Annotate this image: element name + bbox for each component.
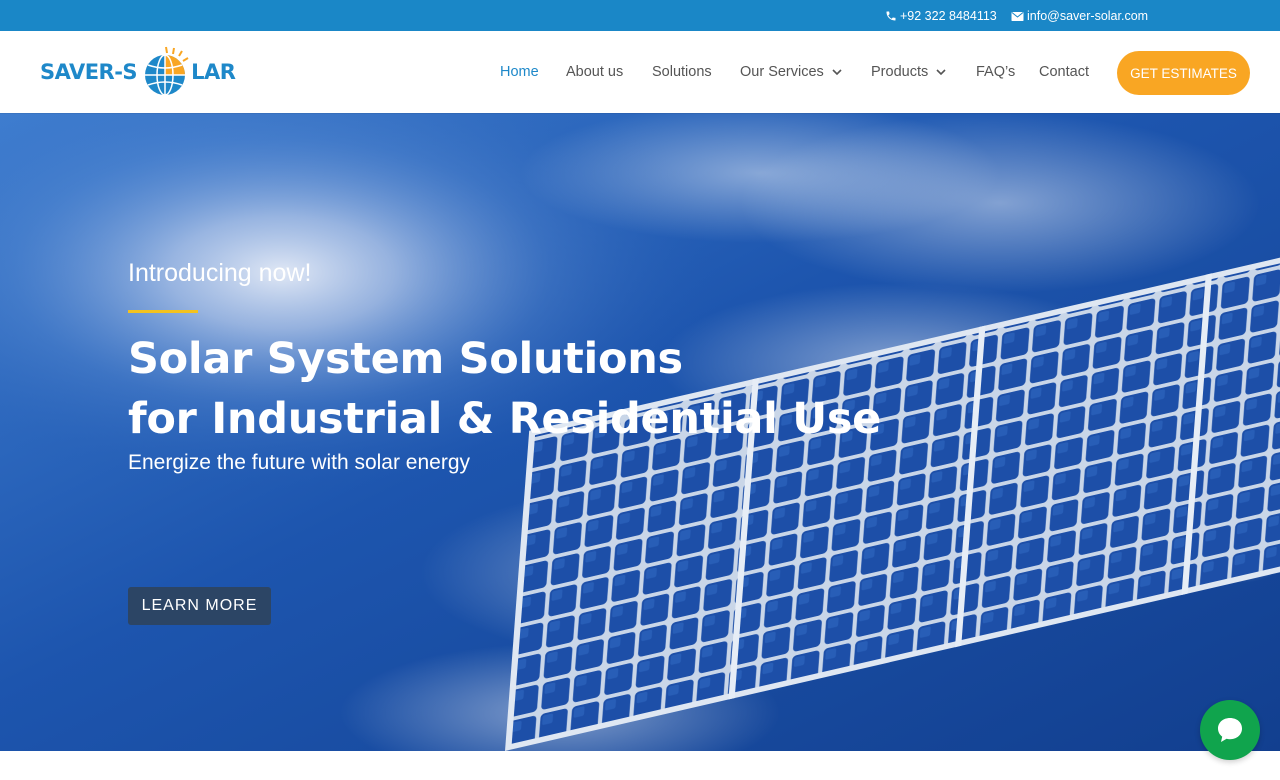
nav-products-label: Products xyxy=(871,64,929,80)
envelope-icon xyxy=(1011,11,1024,21)
phone-link[interactable]: +92 322 8484113 xyxy=(885,8,997,24)
hero-intro: Introducing now! xyxy=(128,259,312,287)
headline-line-2: for Industrial & Residential Use xyxy=(128,394,881,444)
chevron-down-icon xyxy=(832,68,842,75)
hero-section: Introducing now! Solar System Solutions … xyxy=(0,113,1280,751)
chevron-down-icon xyxy=(936,68,946,75)
nav-faqs[interactable]: FAQ’s xyxy=(976,31,1015,113)
nav-about-us[interactable]: About us xyxy=(566,31,623,113)
nav-our-services[interactable]: Our Services xyxy=(740,31,842,113)
logo-text-right: LAR xyxy=(191,60,236,84)
logo-text-left: SAVER-S xyxy=(40,60,138,84)
nav-home[interactable]: Home xyxy=(500,31,539,113)
email-link[interactable]: info@saver-solar.com xyxy=(1011,8,1148,24)
email-address: info@saver-solar.com xyxy=(1027,9,1149,23)
nav-contact-label: Contact xyxy=(1039,64,1089,80)
chat-widget-button[interactable] xyxy=(1200,700,1260,760)
phone-icon xyxy=(886,11,896,21)
nav-solutions-label: Solutions xyxy=(652,64,712,80)
phone-number: +92 322 8484113 xyxy=(900,9,997,23)
nav-solutions[interactable]: Solutions xyxy=(652,31,712,113)
nav-about-label: About us xyxy=(566,64,624,80)
hero-headline: Solar System Solutions for Industrial & … xyxy=(128,329,881,449)
solar-globe-logo-icon xyxy=(145,46,189,96)
hero-content: Introducing now! Solar System Solutions … xyxy=(0,113,1280,751)
chat-bubble-icon xyxy=(1218,718,1242,742)
nav-products[interactable]: Products xyxy=(871,31,946,113)
site-logo[interactable]: SAVER-S LAR xyxy=(40,43,240,101)
hero-tagline: Energize the future with solar energy xyxy=(128,451,471,474)
headline-line-1: Solar System Solutions xyxy=(128,334,683,384)
nav-home-label: Home xyxy=(500,64,539,80)
intro-underline xyxy=(128,310,198,313)
site-header: SAVER-S LAR Home About us Solutions Our … xyxy=(0,31,1280,113)
nav-services-label: Our Services xyxy=(740,64,824,80)
top-info-bar: +92 322 8484113 info@saver-solar.com xyxy=(0,0,1280,31)
learn-more-button[interactable]: LEARN MORE xyxy=(128,587,271,625)
nav-faq-label: FAQ’s xyxy=(976,64,1016,80)
get-estimates-button[interactable]: GET ESTIMATES xyxy=(1117,51,1250,95)
nav-contact[interactable]: Contact xyxy=(1039,31,1089,113)
